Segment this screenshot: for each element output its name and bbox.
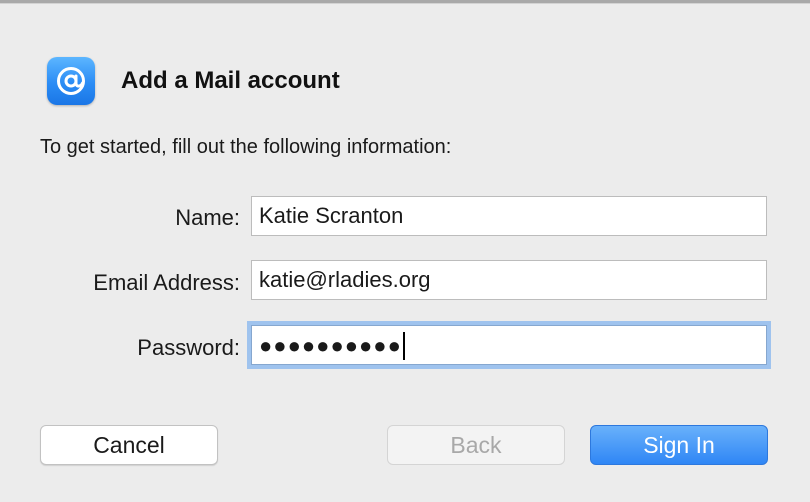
mail-at-sign-icon (47, 57, 95, 105)
password-label: Password: (137, 335, 240, 360)
sign-in-button[interactable]: Sign In (590, 425, 768, 465)
email-field[interactable]: katie@rladies.org (251, 260, 767, 300)
back-button[interactable]: Back (387, 425, 565, 465)
password-masked-value: ●●●●●●●●●● (259, 333, 402, 359)
email-label: Email Address: (93, 270, 240, 295)
password-field[interactable]: ●●●●●●●●●● (251, 325, 767, 365)
name-label: Name: (175, 205, 240, 230)
dialog-title: Add a Mail account (121, 67, 340, 94)
dialog-intro-text: To get started, fill out the following i… (40, 136, 452, 158)
text-caret (402, 332, 405, 361)
cancel-button[interactable]: Cancel (40, 425, 218, 465)
name-field[interactable]: Katie Scranton (251, 196, 767, 236)
window-top-edge-shade (0, 3, 810, 4)
